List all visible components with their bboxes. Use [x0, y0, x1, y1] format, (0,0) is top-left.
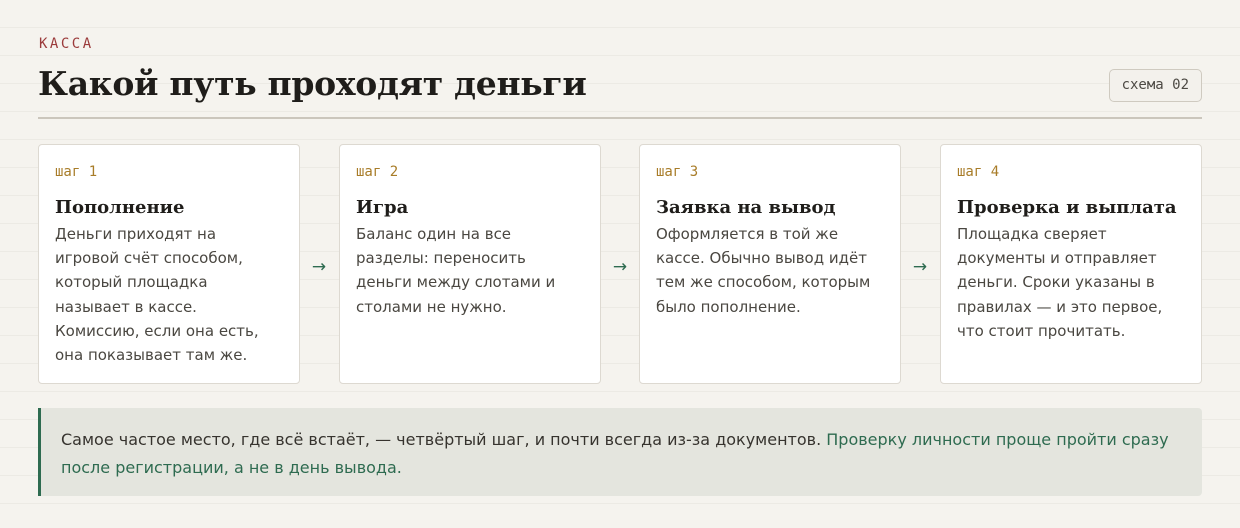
step-description: Оформляется в той же кассе. Обычно вывод… — [656, 225, 871, 316]
step-label: шаг 4 — [957, 164, 1000, 180]
arrow-right-icon: → — [311, 257, 327, 277]
arrow-right-icon: → — [612, 257, 628, 277]
page-title: Какой путь проходят деньги — [38, 64, 587, 103]
step-label: шаг 3 — [656, 164, 699, 180]
arrow-right-icon: → — [912, 257, 928, 277]
step-title: Игра — [356, 197, 409, 218]
step-label: шаг 2 — [356, 164, 399, 180]
header-divider — [38, 117, 1202, 119]
tip-callout: Самое частое место, где всё встаёт, — че… — [38, 408, 1202, 496]
scheme-badge: схема 02 — [1108, 69, 1202, 102]
step-description: Деньги приходят на игровой счёт способом… — [55, 225, 259, 365]
steps-row: шаг 1 Пополнение Деньги приходят на игро… — [38, 144, 1202, 384]
step-card-4: шаг 4 Проверка и выплата Площадка сверяе… — [940, 144, 1202, 384]
step-title: Заявка на вывод — [656, 197, 836, 218]
step-title: Проверка и выплата — [957, 197, 1177, 218]
tip-text: Самое частое место, где всё встаёт, — че… — [61, 430, 827, 449]
step-label: шаг 1 — [55, 164, 98, 180]
step-description: Баланс один на все разделы: переносить д… — [356, 225, 556, 316]
step-title: Пополнение — [55, 197, 185, 218]
step-card-3: шаг 3 Заявка на вывод Оформляется в той … — [639, 144, 901, 384]
step-card-1: шаг 1 Пополнение Деньги приходят на игро… — [38, 144, 300, 384]
step-description: Площадка сверяет документы и отправляет … — [957, 225, 1163, 340]
section-eyebrow: КАССА — [39, 36, 94, 52]
step-card-2: шаг 2 Игра Баланс один на все разделы: п… — [339, 144, 601, 384]
